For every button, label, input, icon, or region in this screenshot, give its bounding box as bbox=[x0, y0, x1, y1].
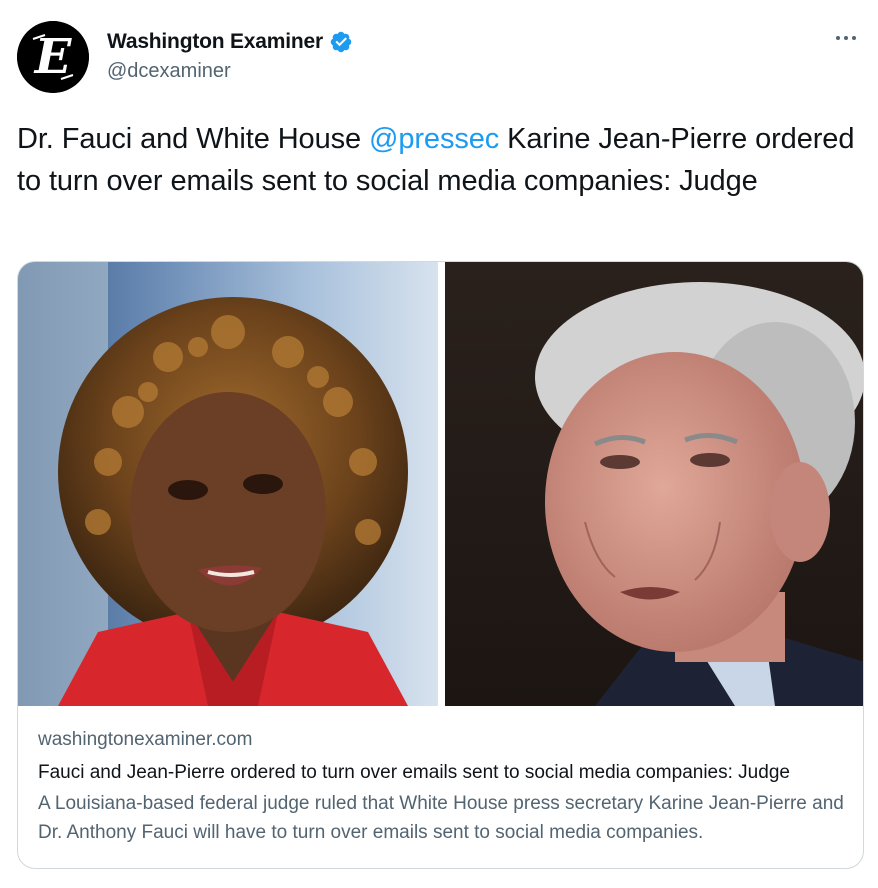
link-card[interactable]: washingtonexaminer.com Fauci and Jean-Pi… bbox=[17, 261, 864, 869]
display-name[interactable]: Washington Examiner bbox=[107, 30, 323, 54]
gothic-e-logo-icon: E bbox=[17, 21, 89, 93]
card-description: A Louisiana-based federal judge ruled th… bbox=[38, 793, 844, 843]
tweet: E Washington Examiner @dcexaminer Dr. Fa… bbox=[0, 0, 878, 888]
tweet-text-before: Dr. Fauci and White House bbox=[17, 123, 369, 155]
portrait-man-image bbox=[445, 262, 863, 706]
tweet-text: Dr. Fauci and White House @pressec Karin… bbox=[17, 118, 862, 202]
name-row: Washington Examiner bbox=[107, 29, 353, 55]
verified-badge-icon bbox=[329, 30, 353, 54]
avatar[interactable]: E bbox=[17, 21, 89, 93]
card-domain: washingtonexaminer.com bbox=[38, 729, 253, 750]
more-horizontal-icon bbox=[836, 36, 840, 40]
more-options-button[interactable] bbox=[832, 28, 860, 48]
card-title: Fauci and Jean-Pierre ordered to turn ov… bbox=[38, 762, 790, 783]
card-image-area[interactable] bbox=[18, 262, 863, 706]
mention-link[interactable]: @pressec bbox=[369, 123, 499, 155]
card-image-left bbox=[18, 262, 438, 706]
account-handle[interactable]: @dcexaminer bbox=[107, 60, 231, 83]
portrait-woman-image bbox=[18, 262, 438, 706]
card-body[interactable]: washingtonexaminer.com Fauci and Jean-Pi… bbox=[18, 707, 863, 847]
card-image-right bbox=[445, 262, 863, 706]
